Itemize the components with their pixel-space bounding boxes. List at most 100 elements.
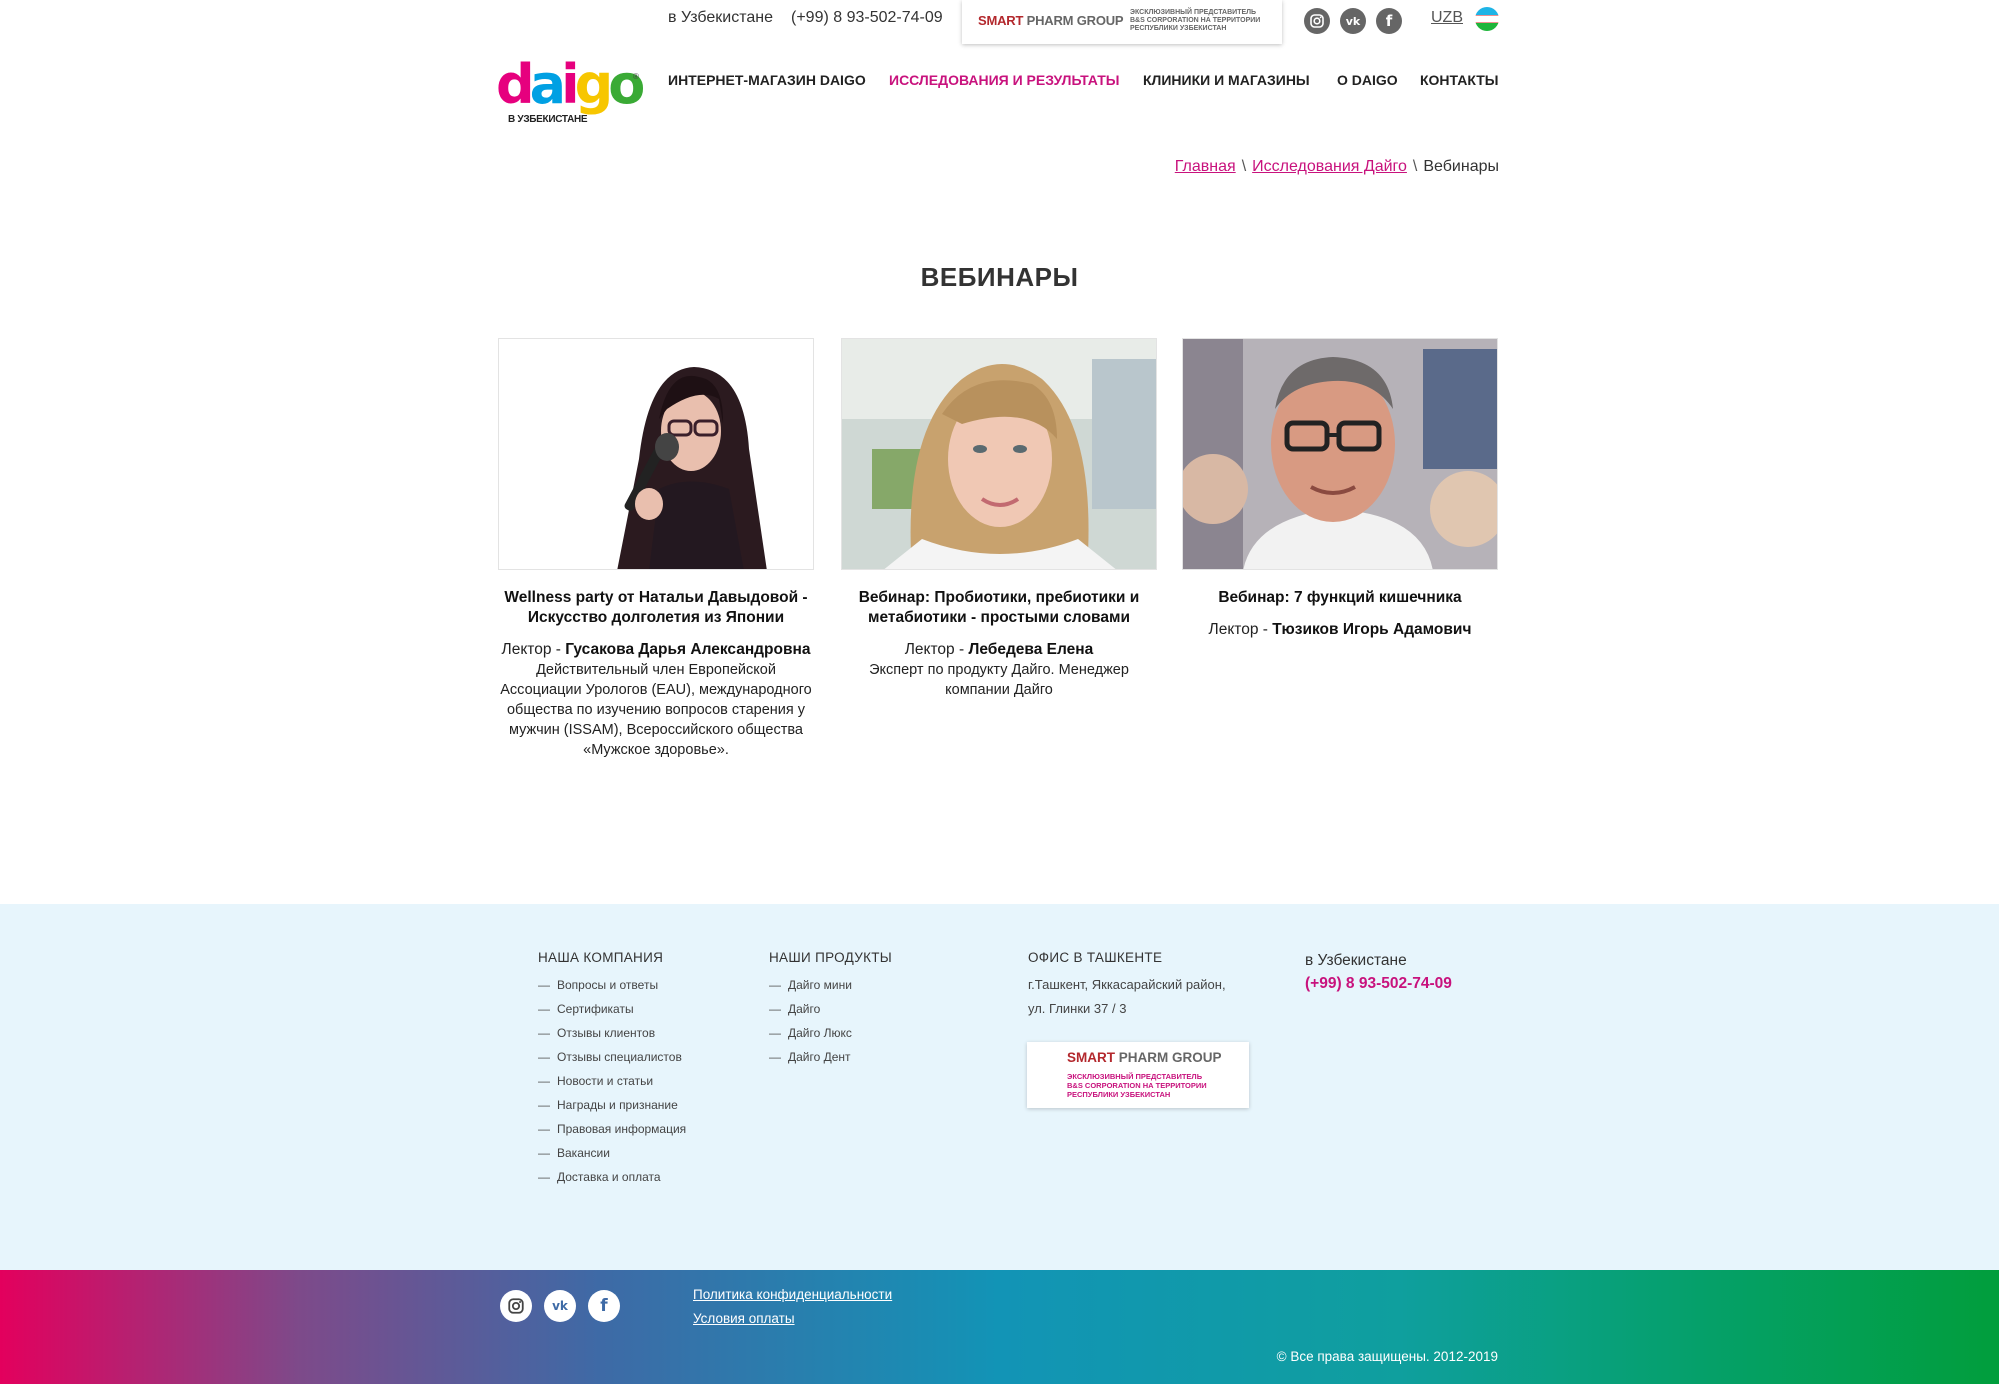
- list-dash: —: [538, 1002, 550, 1016]
- uzbekistan-flag-icon[interactable]: [1475, 7, 1499, 31]
- footer-office-heading: ОФИС В ТАШКЕНТЕ: [1028, 950, 1163, 965]
- page-title: ВЕБИНАРЫ: [920, 262, 1079, 292]
- footer-company-link[interactable]: — Вакансии: [538, 1141, 686, 1165]
- footer-company-link-label: Сертификаты: [557, 1002, 634, 1016]
- footer-company-link-label: Вопросы и ответы: [557, 978, 659, 992]
- nav-clinics[interactable]: КЛИНИКИ И МАГАЗИНЫ: [1143, 72, 1310, 88]
- smart-pharm-title: SMART PHARM GROUP: [1067, 1050, 1222, 1065]
- footer-product-link[interactable]: — Дайго мини: [769, 973, 892, 997]
- instagram-icon[interactable]: [1304, 8, 1330, 34]
- webinar-title[interactable]: Wellness party от Натальи Давыдовой - Ис…: [498, 588, 814, 628]
- footer-company-link[interactable]: — Доставка и оплата: [538, 1165, 686, 1189]
- webinar-card[interactable]: Вебинар: Пробиотики, пребиотики и метаби…: [841, 338, 1157, 700]
- footer-company-link-label: Доставка и оплата: [557, 1170, 661, 1184]
- webinar-lecturer: Лектор - Гусакова Дарья Александровна: [501, 641, 811, 658]
- lecturer-photo[interactable]: [498, 338, 814, 570]
- footer-product-link[interactable]: — Дайго Люкс: [769, 1021, 892, 1045]
- footer-company-link[interactable]: — Вопросы и ответы: [538, 973, 686, 997]
- list-dash: —: [769, 1002, 781, 1016]
- smart-pharm-title: SMART PHARM GROUP: [978, 13, 1124, 28]
- footer-product-link-label: Дайго мини: [788, 978, 852, 992]
- breadcrumb-section[interactable]: Исследования Дайго: [1252, 158, 1407, 175]
- footer-company-link-label: Награды и признание: [557, 1098, 678, 1112]
- footer-product-link-label: Дайго: [788, 1002, 821, 1016]
- footer-products-column: НАШИ ПРОДУКТЫ — Дайго мини — Дайго — Дайго Лю…: [769, 950, 892, 1069]
- footer-company-link-label: Отзывы специалистов: [557, 1050, 682, 1064]
- footer-company-link-label: Вакансии: [557, 1146, 610, 1160]
- footer-company-link[interactable]: — Новости и статьи: [538, 1069, 686, 1093]
- list-dash: —: [538, 1050, 550, 1064]
- footer-product-link-label: Дайго Люкс: [788, 1026, 852, 1040]
- footer-phone-link[interactable]: (+99) 8 93-502-74-09: [1305, 975, 1452, 993]
- footer-company-link[interactable]: — Награды и признание: [538, 1093, 686, 1117]
- footer-bottom-bar: vk f Политика конфиденциальности Условия…: [0, 1270, 1999, 1384]
- office-address-line: г.Ташкент, Яккасарайский район,: [1028, 977, 1226, 992]
- privacy-policy-link[interactable]: Политика конфиденциальности: [693, 1287, 892, 1302]
- footer-office-column: ОФИС В ТАШКЕНТЕ г.Ташкент, Яккасарайский…: [1028, 950, 1226, 1021]
- webinar-lecturer: Лектор - Лебедева Елена: [904, 641, 1094, 658]
- list-dash: —: [538, 1074, 550, 1088]
- footer-company-column: НАША КОМПАНИЯ — Вопросы и ответы — Сертифик…: [538, 950, 686, 1189]
- list-dash: —: [769, 978, 781, 992]
- breadcrumb-separator: \: [1241, 158, 1247, 175]
- logo-registered-mark: ®: [633, 72, 639, 81]
- logo-wordmark: daigo: [496, 53, 645, 116]
- webinar-description: Эксперт по продукту Дайго. Менеджер комп…: [869, 662, 1129, 698]
- footer-products-heading: НАШИ ПРОДУКТЫ: [769, 950, 893, 965]
- lecturer-photo[interactable]: [1182, 338, 1498, 570]
- footer: НАША КОМПАНИЯ — Вопросы и ответы — Сертифик…: [0, 904, 1999, 1270]
- footer-product-link[interactable]: — Дайго: [769, 997, 892, 1021]
- smart-pharm-subtitle: ЭКСКЛЮЗИВНЫЙ ПРЕДСТАВИТЕЛЬ B&S CORPORATI…: [1130, 9, 1261, 32]
- smart-pharm-badge[interactable]: SMART PHARM GROUP ЭКСКЛЮЗИВНЫЙ ПРЕДСТАВИ…: [962, 0, 1282, 44]
- breadcrumb-separator: \: [1412, 158, 1418, 175]
- facebook-icon[interactable]: f: [1376, 8, 1402, 34]
- nav-about[interactable]: О DAIGO: [1337, 72, 1398, 88]
- office-address-line: ул. Глинки 37 / 3: [1028, 1001, 1127, 1016]
- footer-company-link[interactable]: — Отзывы клиентов: [538, 1021, 686, 1045]
- vk-icon[interactable]: vk: [1340, 8, 1366, 34]
- daigo-logo[interactable]: daigo ® В УЗБЕКИСТАНЕ: [496, 54, 646, 128]
- nav-research[interactable]: ИССЛЕДОВАНИЯ И РЕЗУЛЬТАТЫ: [889, 72, 1119, 88]
- webinar-card[interactable]: Wellness party от Натальи Давыдовой - Ис…: [498, 338, 814, 760]
- breadcrumb: Главная \ Исследования Дайго \ Вебинары: [1175, 158, 1499, 176]
- list-dash: —: [538, 1026, 550, 1040]
- list-dash: —: [538, 1122, 550, 1136]
- language-switch[interactable]: UZB: [1431, 9, 1463, 27]
- footer-company-link[interactable]: — Правовая информация: [538, 1117, 686, 1141]
- nav-contacts[interactable]: КОНТАКТЫ: [1420, 72, 1498, 88]
- list-dash: —: [538, 1098, 550, 1112]
- list-dash: —: [769, 1026, 781, 1040]
- instagram-icon[interactable]: [500, 1290, 532, 1322]
- breadcrumb-current: Вебинары: [1423, 158, 1499, 175]
- lecturer-photo[interactable]: [841, 338, 1157, 570]
- breadcrumb-home[interactable]: Главная: [1175, 158, 1236, 175]
- top-bar: в Узбекистане (+99) 8 93-502-74-09 SMART…: [0, 0, 1999, 44]
- footer-company-link-label: Отзывы клиентов: [557, 1026, 656, 1040]
- vk-icon[interactable]: vk: [544, 1290, 576, 1322]
- list-dash: —: [538, 1146, 550, 1160]
- footer-company-link[interactable]: — Отзывы специалистов: [538, 1045, 686, 1069]
- footer-company-link-label: Правовая информация: [557, 1122, 687, 1136]
- smart-pharm-subtitle: ЭКСКЛЮЗИВНЫЙ ПРЕДСТАВИТЕЛЬ B&S CORPORATI…: [1067, 1072, 1207, 1099]
- nav-online-store[interactable]: ИНТЕРНЕТ-МАГАЗИН DAIGO: [668, 72, 866, 88]
- list-dash: —: [538, 978, 550, 992]
- logo-subtitle: В УЗБЕКИСТАНЕ: [508, 114, 588, 125]
- footer-company-heading: НАША КОМПАНИЯ: [538, 950, 664, 965]
- footer-company-link[interactable]: — Сертификаты: [538, 997, 686, 1021]
- top-phone-link[interactable]: (+99) 8 93-502-74-09: [791, 9, 943, 27]
- top-region-label: в Узбекистане: [668, 9, 773, 26]
- webinar-description: Действительный член Европейской Ассоциац…: [500, 662, 812, 758]
- copyright-text: © Все права защищены. 2012-2019: [1276, 1349, 1498, 1364]
- footer-product-link[interactable]: — Дайго Дент: [769, 1045, 892, 1069]
- webinar-title[interactable]: Вебинар: Пробиотики, пребиотики и метаби…: [841, 588, 1157, 628]
- facebook-icon[interactable]: f: [588, 1290, 620, 1322]
- list-dash: —: [538, 1170, 550, 1184]
- list-dash: —: [769, 1050, 781, 1064]
- footer-region-label: в Узбекистане: [1305, 952, 1407, 969]
- footer-product-link-label: Дайго Дент: [788, 1050, 851, 1064]
- webinar-lecturer: Лектор - Тюзиков Игорь Адамович: [1208, 621, 1472, 638]
- webinar-title[interactable]: Вебинар: 7 функций кишечника: [1182, 588, 1498, 608]
- webinar-card[interactable]: Вебинар: 7 функций кишечника Лектор - Тю…: [1182, 338, 1498, 640]
- footer-smart-pharm-badge[interactable]: SMART PHARM GROUP ЭКСКЛЮЗИВНЫЙ ПРЕДСТАВИ…: [1027, 1042, 1249, 1108]
- payment-terms-link[interactable]: Условия оплаты: [693, 1311, 795, 1326]
